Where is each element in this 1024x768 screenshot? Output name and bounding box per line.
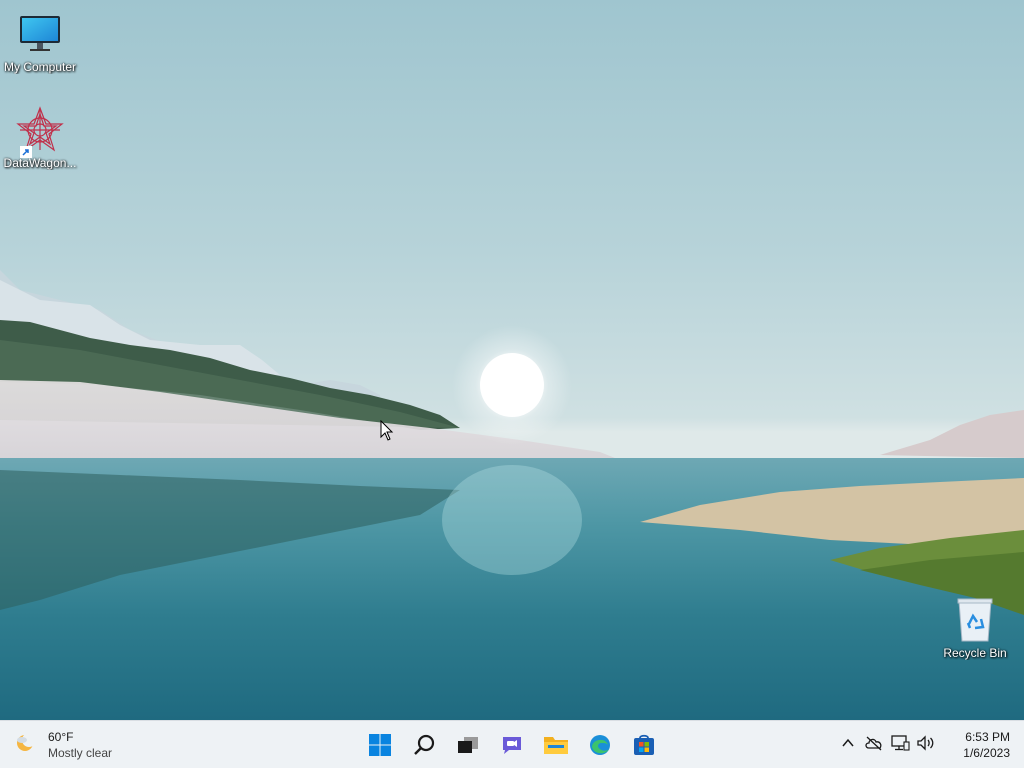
clock-time: 6:53 PM — [965, 730, 1010, 744]
windows-logo-icon — [369, 734, 391, 756]
search-icon — [414, 734, 435, 755]
network-icon[interactable] — [890, 733, 910, 753]
desktop-icon-label: Recycle Bin — [943, 646, 1007, 660]
chat-button[interactable] — [492, 725, 532, 765]
store-button[interactable] — [624, 725, 664, 765]
task-view-button[interactable] — [448, 725, 488, 765]
desktop[interactable]: My Computer DataWagon... Recycle Bin — [0, 0, 1024, 720]
weather-widget[interactable]: 60°F Mostly clear — [14, 727, 112, 763]
clock-date: 1/6/2023 — [963, 746, 1010, 760]
desktop-icon-datawagon[interactable]: DataWagon... — [0, 106, 80, 170]
desktop-icon-my-computer[interactable]: My Computer — [0, 10, 80, 74]
recycle-bin-icon — [951, 596, 999, 644]
edge-icon — [590, 735, 610, 755]
chat-icon — [503, 737, 521, 754]
edge-button[interactable] — [580, 725, 620, 765]
weather-condition: Mostly clear — [48, 746, 113, 760]
onedrive-offline-icon[interactable] — [864, 733, 884, 753]
mouse-cursor-icon — [380, 420, 394, 441]
system-tray — [838, 733, 936, 753]
shortcut-arrow-icon — [20, 146, 32, 158]
chevron-up-icon[interactable] — [838, 733, 858, 753]
desktop-icon-label: DataWagon... — [3, 156, 77, 170]
task-view-icon — [458, 737, 478, 753]
monitor-icon — [16, 10, 64, 58]
volume-icon[interactable] — [916, 733, 936, 753]
file-explorer-button[interactable] — [536, 725, 576, 765]
moon-cloud-icon — [14, 731, 38, 760]
wallpaper — [0, 270, 1024, 720]
taskbar: 60°F Mostly clear 6:53 PM 1/6/2023 — [0, 720, 1024, 768]
search-button[interactable] — [404, 725, 444, 765]
weather-temperature: 60°F — [48, 730, 74, 744]
clock[interactable]: 6:53 PM 1/6/2023 — [963, 729, 1010, 761]
desktop-icon-recycle-bin[interactable]: Recycle Bin — [935, 596, 1015, 660]
datawagon-icon — [16, 106, 64, 158]
folder-icon — [544, 737, 568, 754]
store-icon — [634, 734, 654, 755]
desktop-icon-label: My Computer — [3, 60, 77, 74]
start-button[interactable] — [360, 725, 400, 765]
